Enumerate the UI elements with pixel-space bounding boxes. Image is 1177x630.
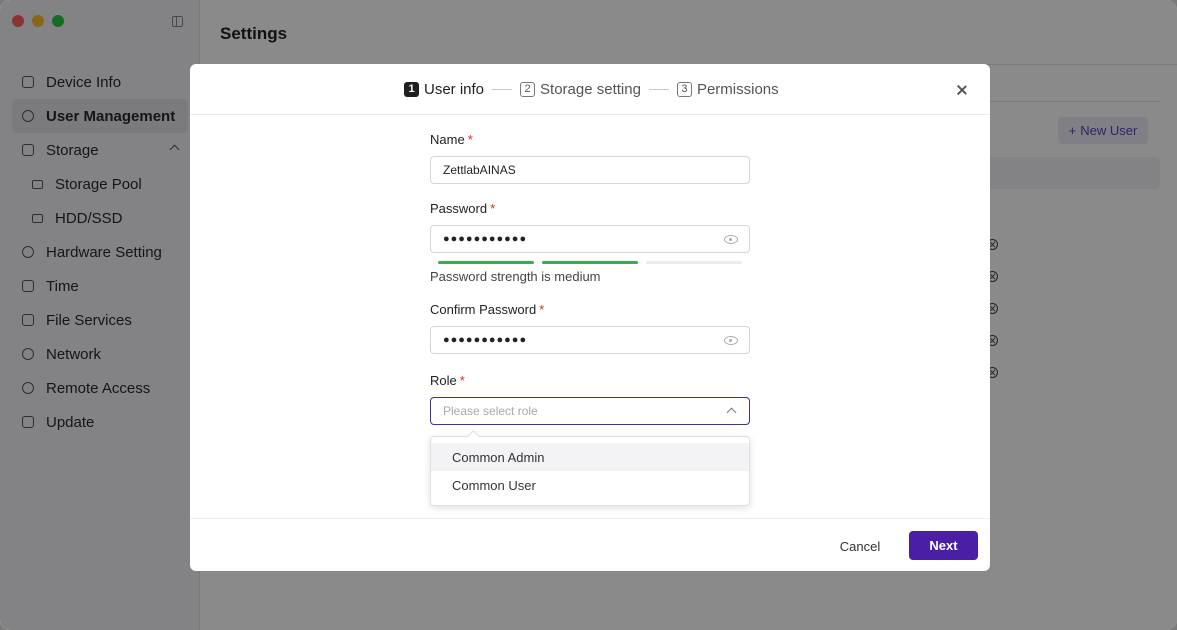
step-label: Permissions	[696, 80, 779, 98]
eye-icon[interactable]	[724, 336, 738, 345]
strength-segment	[542, 261, 638, 264]
cancel-button[interactable]: Cancel	[830, 532, 890, 560]
step-user-info: 1 User info	[404, 81, 484, 98]
name-label-text: Name	[430, 132, 465, 147]
strength-segment	[438, 261, 534, 264]
dialog-footer: Cancel Next	[190, 518, 990, 571]
chevron-up-icon	[726, 407, 737, 418]
step-connector	[648, 88, 669, 90]
stepper: 1 User info 2 Storage setting 3 Permissions	[404, 80, 779, 98]
confirm-label-text: Confirm Password	[430, 302, 537, 317]
step-label: Storage setting	[540, 80, 641, 98]
name-label: Name *	[430, 132, 473, 147]
role-select[interactable]: Please select role	[430, 397, 750, 425]
step-number: 3	[676, 81, 692, 97]
required-mark: *	[459, 373, 465, 388]
role-label: Role *	[430, 373, 465, 388]
role-dropdown: Common Admin Common User	[430, 436, 750, 506]
step-storage-setting: 2 Storage setting	[520, 81, 641, 98]
close-icon[interactable]	[954, 82, 970, 98]
next-button[interactable]: Next	[909, 531, 978, 560]
password-value: ●●●●●●●●●●●	[443, 233, 528, 245]
step-number: 2	[520, 81, 536, 97]
step-permissions: 3 Permissions	[676, 80, 779, 98]
role-option-common-admin[interactable]: Common Admin	[431, 443, 749, 471]
strength-segment	[646, 261, 742, 264]
required-mark: *	[467, 132, 473, 147]
confirm-password-input[interactable]: ●●●●●●●●●●●	[430, 326, 750, 354]
name-input[interactable]: ZettlabAINAS	[430, 156, 750, 184]
new-user-dialog: 1 User info 2 Storage setting 3 Permissions…	[190, 64, 990, 571]
required-mark: *	[539, 302, 545, 317]
required-mark: *	[490, 201, 496, 216]
eye-icon[interactable]	[724, 235, 738, 244]
password-strength-meter	[438, 261, 742, 264]
password-strength-text: Password strength is medium	[430, 269, 601, 284]
password-label-text: Password	[430, 201, 488, 216]
role-option-common-user[interactable]: Common User	[431, 471, 749, 499]
role-placeholder: Please select role	[443, 404, 538, 418]
password-input[interactable]: ●●●●●●●●●●●	[430, 225, 750, 253]
password-label: Password *	[430, 201, 495, 216]
confirm-password-label: Confirm Password *	[430, 302, 544, 317]
confirm-password-value: ●●●●●●●●●●●	[443, 334, 528, 346]
step-connector	[492, 88, 513, 90]
step-number: 1	[404, 81, 419, 97]
name-value: ZettlabAINAS	[443, 163, 516, 177]
role-label-text: Role	[430, 373, 457, 388]
step-label: User info	[424, 80, 485, 98]
dialog-header: 1 User info 2 Storage setting 3 Permissions	[190, 64, 990, 115]
